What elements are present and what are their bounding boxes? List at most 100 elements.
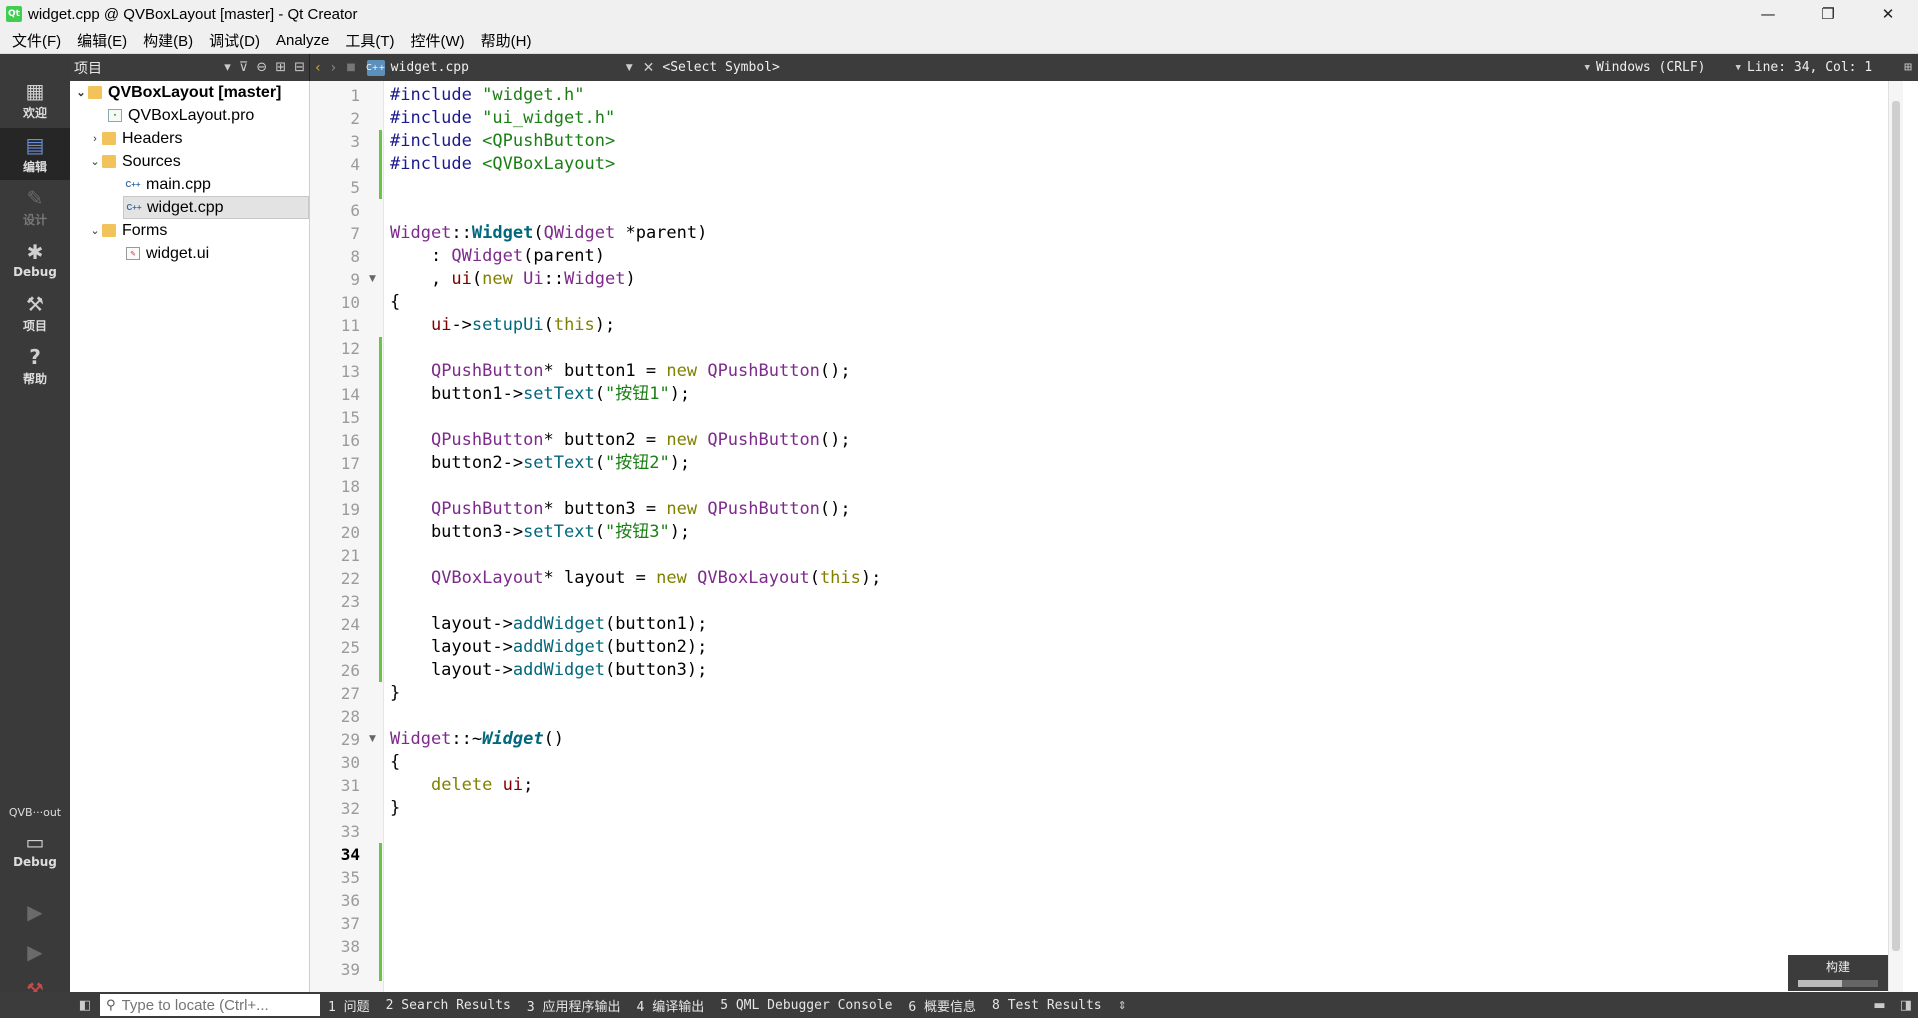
code-line[interactable]: } [390, 797, 400, 820]
code-line[interactable]: button2->setText("按钮2"); [390, 452, 690, 475]
code-line[interactable]: #include "widget.h" [390, 84, 584, 107]
tab-test-results[interactable]: 8 Test Results [992, 998, 1102, 1013]
line-number[interactable]: 34 [310, 843, 360, 866]
restore-button[interactable]: ❐ [1798, 0, 1858, 28]
mode-debug[interactable]: ✱ Debug [0, 234, 70, 286]
locator[interactable]: ⚲ [100, 994, 320, 1016]
symbol-combo[interactable]: <Select Symbol> [662, 60, 779, 75]
scrollbar-thumb[interactable] [1892, 101, 1900, 951]
tree-item-widget-ui[interactable]: ✎ widget.ui [70, 242, 310, 265]
line-number[interactable]: 2 [310, 107, 360, 130]
vertical-scrollbar[interactable] [1888, 81, 1903, 992]
link-icon[interactable]: ⊖ [256, 60, 267, 75]
chevron-down-icon[interactable]: ⌄ [88, 224, 102, 237]
mode-design[interactable]: ✎ 设计 [0, 181, 70, 233]
line-number[interactable]: 39 [310, 958, 360, 981]
line-number[interactable]: 6 [310, 199, 360, 222]
line-number[interactable]: 15 [310, 406, 360, 429]
code-line[interactable]: : QWidget(parent) [390, 245, 605, 268]
line-number[interactable]: 32 [310, 797, 360, 820]
code-line[interactable]: ui->setupUi(this); [390, 314, 615, 337]
line-number[interactable]: 37 [310, 912, 360, 935]
split-icon[interactable]: ⊞ [275, 60, 286, 75]
menu-debug[interactable]: 调试(D) [201, 30, 268, 51]
code-editor[interactable]: 1 2 3 4 5 6 7 8 9 10 11 12 13 14 15 16 17 18 19 20 21 22 23 24 2… [310, 81, 1903, 992]
code-line[interactable]: QPushButton* button1 = new QPushButton()… [390, 360, 851, 383]
close-document-icon[interactable]: ✕ [643, 60, 655, 76]
code-line[interactable]: QVBoxLayout* layout = new QVBoxLayout(th… [390, 567, 881, 590]
mode-projects[interactable]: ⚒ 项目 [0, 287, 70, 339]
code-line[interactable]: { [390, 291, 400, 314]
mode-edit[interactable]: ▤ 编辑 [0, 128, 70, 180]
line-number[interactable]: 3 [310, 130, 360, 153]
line-ending-combo[interactable]: Windows (CRLF) [1596, 60, 1706, 75]
code-line[interactable]: Widget::Widget(QWidget *parent) [390, 222, 707, 245]
line-number[interactable]: 35 [310, 866, 360, 889]
line-number[interactable]: 22 [310, 567, 360, 590]
line-number[interactable]: 27 [310, 682, 360, 705]
menu-file[interactable]: 文件(F) [4, 30, 69, 51]
line-number[interactable]: 20 [310, 521, 360, 544]
tab-compile-output[interactable]: 4 编译输出 [637, 996, 705, 1015]
line-number[interactable]: 5 [310, 176, 360, 199]
toggle-right-sidebar-icon[interactable]: ◨ [1900, 998, 1912, 1013]
line-number[interactable]: 26 [310, 659, 360, 682]
progress-toggle-icon[interactable]: ▬ [1873, 998, 1885, 1013]
code-line[interactable]: Widget::~Widget() [390, 728, 564, 751]
close-pane-icon[interactable]: ⊟ [294, 60, 305, 75]
tab-issues[interactable]: 1 问题 [328, 996, 370, 1015]
tree-item-headers[interactable]: › Headers [70, 127, 310, 150]
locator-input[interactable] [121, 996, 302, 1014]
close-button[interactable]: ✕ [1858, 0, 1918, 28]
tree-item-project[interactable]: ⌄ QVBoxLayout [master] [70, 81, 310, 104]
line-number[interactable]: 30 [310, 751, 360, 774]
line-number[interactable]: 13 [310, 360, 360, 383]
code-line[interactable]: #include <QVBoxLayout> [390, 153, 615, 176]
line-number[interactable]: 7 [310, 222, 360, 245]
line-number[interactable]: 24 [310, 613, 360, 636]
line-number[interactable]: 1 [310, 84, 360, 107]
line-number[interactable]: 23 [310, 590, 360, 613]
line-number[interactable]: 29 [310, 728, 360, 751]
line-number[interactable]: 17 [310, 452, 360, 475]
line-number[interactable]: 36 [310, 889, 360, 912]
tree-item-main-cpp[interactable]: C++ main.cpp [70, 173, 310, 196]
filter-icon[interactable]: ⊽ [239, 60, 249, 75]
forward-arrow-icon[interactable]: › [331, 60, 337, 76]
code-line[interactable]: #include "ui_widget.h" [390, 107, 615, 130]
tab-search-results[interactable]: 2 Search Results [386, 998, 511, 1013]
mode-welcome[interactable]: ▦ 欢迎 [0, 74, 70, 126]
line-number[interactable]: 4 [310, 153, 360, 176]
line-number[interactable]: 19 [310, 498, 360, 521]
line-number[interactable]: 21 [310, 544, 360, 567]
line-number[interactable]: 16 [310, 429, 360, 452]
tree-item-pro[interactable]: ▪ QVBoxLayout.pro [70, 104, 310, 127]
chevron-down-icon[interactable]: ⌄ [74, 86, 88, 99]
code-line[interactable]: button1->setText("按钮1"); [390, 383, 690, 406]
code-line[interactable]: layout->addWidget(button1); [390, 613, 707, 636]
tab-qml-debugger-console[interactable]: 5 QML Debugger Console [720, 998, 892, 1013]
split-editor-icon[interactable]: ⊞ [1904, 60, 1912, 75]
line-number[interactable]: 38 [310, 935, 360, 958]
menu-help[interactable]: 帮助(H) [473, 30, 540, 51]
menu-widgets[interactable]: 控件(W) [403, 30, 473, 51]
line-number[interactable]: 28 [310, 705, 360, 728]
code-line[interactable]: QPushButton* button2 = new QPushButton()… [390, 429, 851, 452]
chevron-down-icon[interactable]: ⌄ [88, 155, 102, 168]
tab-general-messages[interactable]: 6 概要信息 [908, 996, 976, 1015]
code-line[interactable]: QPushButton* button3 = new QPushButton()… [390, 498, 851, 521]
tree-item-forms[interactable]: ⌄ Forms [70, 219, 310, 242]
menu-build[interactable]: 构建(B) [135, 30, 201, 51]
line-number[interactable]: 12 [310, 337, 360, 360]
minimize-button[interactable]: — [1738, 0, 1798, 28]
fold-marker-icon[interactable]: ▼ [369, 734, 376, 744]
file-combo[interactable]: C++ widget.cpp ▼ [366, 54, 639, 81]
line-number[interactable]: 31 [310, 774, 360, 797]
code-line[interactable]: button3->setText("按钮3"); [390, 521, 690, 544]
code-line[interactable]: layout->addWidget(button3); [390, 659, 707, 682]
project-view-combo[interactable]: 项目 [74, 58, 102, 78]
line-number[interactable]: 9 [310, 268, 360, 291]
mode-help[interactable]: ? 帮助 [0, 340, 70, 392]
kit-selector[interactable]: ▭ Debug [0, 824, 70, 876]
code-line[interactable]: } [390, 682, 400, 705]
